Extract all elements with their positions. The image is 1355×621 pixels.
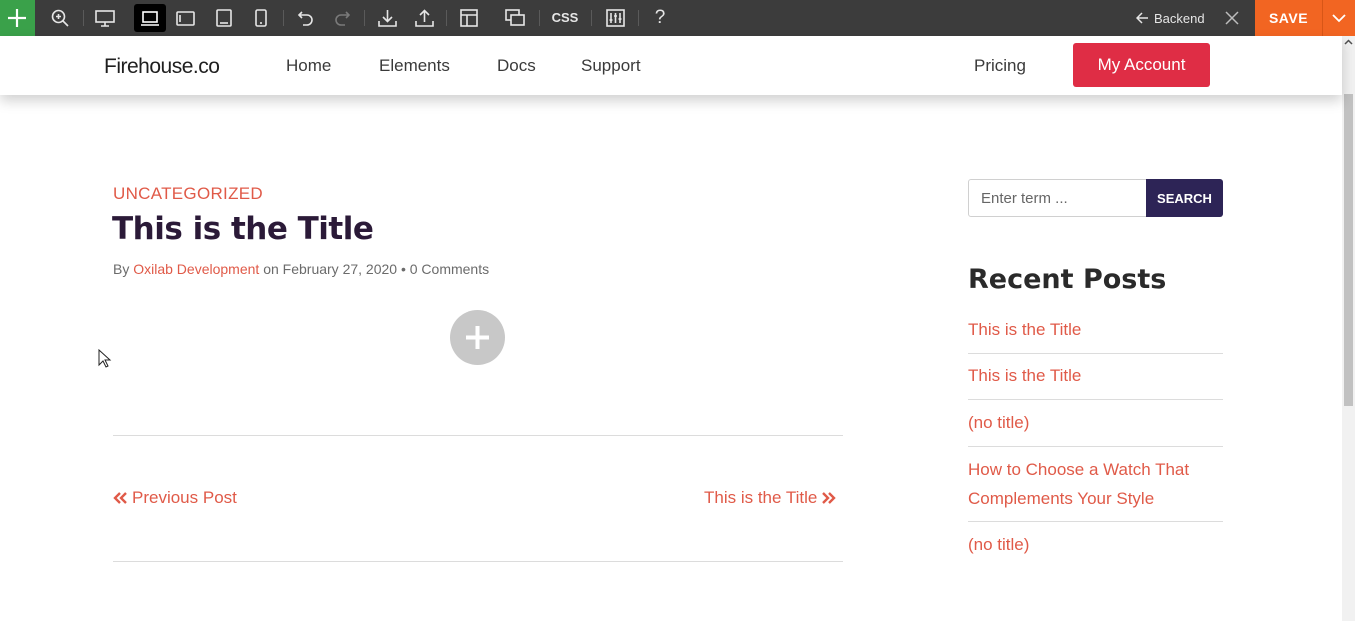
post-category[interactable]: UNCATEGORIZED: [113, 184, 263, 204]
previous-post-label: Previous Post: [132, 488, 237, 507]
laptop-view-button[interactable]: [134, 4, 166, 32]
plus-icon: [466, 326, 489, 349]
responsive-button[interactable]: [500, 4, 530, 32]
add-block-button[interactable]: [450, 310, 505, 365]
next-post-label: This is the Title: [704, 488, 818, 507]
redo-button[interactable]: [327, 4, 357, 32]
upload-icon: [414, 9, 434, 27]
close-editor-button[interactable]: [1222, 8, 1242, 28]
recent-post-divider: [968, 521, 1223, 522]
recent-post-link[interactable]: This is the Title: [968, 315, 1223, 344]
layout-icon: [460, 9, 478, 27]
scrollbar-thumb[interactable]: [1344, 94, 1353, 406]
desktop-view-button[interactable]: [90, 4, 120, 32]
mobile-icon: [255, 9, 267, 27]
next-post-link[interactable]: This is the Title: [704, 488, 837, 508]
arrow-left-icon: [1136, 12, 1148, 24]
settings-button[interactable]: [600, 4, 630, 32]
recent-post-divider: [968, 353, 1223, 354]
meta-by: By: [113, 261, 130, 277]
double-chevron-right-icon: [822, 492, 837, 504]
mouse-cursor-icon: [98, 349, 112, 368]
recent-posts-title: Recent Posts: [968, 264, 1167, 295]
recent-post-link[interactable]: (no title): [968, 408, 1223, 437]
tablet-landscape-view-button[interactable]: [170, 4, 200, 32]
sliders-icon: [605, 9, 625, 27]
zoom-icon: [51, 9, 69, 27]
meta-author-link[interactable]: Oxilab Development: [133, 261, 259, 277]
nav-support[interactable]: Support: [581, 56, 641, 76]
layout-button[interactable]: [454, 4, 484, 32]
double-chevron-left-icon: [113, 492, 127, 504]
save-button[interactable]: SAVE: [1255, 0, 1323, 36]
recent-post-link[interactable]: How to Choose a Watch That Complements Y…: [968, 455, 1223, 513]
plus-icon: [8, 9, 26, 27]
editor-toolbar: CSS ? Backend SAVE: [0, 0, 1355, 36]
recent-post-divider: [968, 446, 1223, 447]
post-divider-top: [113, 435, 843, 436]
tablet-portrait-view-button[interactable]: [209, 4, 239, 32]
post-title: This is the Title: [112, 211, 374, 247]
search-button[interactable]: SEARCH: [1146, 179, 1223, 217]
recent-post-link[interactable]: This is the Title: [968, 361, 1223, 390]
recent-post-link[interactable]: (no title): [968, 530, 1223, 559]
desktop-icon: [95, 9, 115, 27]
upload-button[interactable]: [409, 4, 439, 32]
css-button[interactable]: CSS: [548, 4, 582, 32]
responsive-icon: [505, 9, 525, 26]
my-account-button[interactable]: My Account: [1073, 43, 1210, 87]
undo-icon: [297, 11, 313, 26]
post-meta: By Oxilab Development on February 27, 20…: [113, 261, 489, 277]
nav-docs[interactable]: Docs: [497, 56, 536, 76]
nav-elements[interactable]: Elements: [379, 56, 450, 76]
page-scrollbar[interactable]: [1342, 36, 1355, 621]
save-options-button[interactable]: [1323, 0, 1355, 36]
meta-bullet: •: [400, 261, 406, 277]
tablet-portrait-icon: [216, 9, 232, 27]
add-element-button[interactable]: [0, 0, 35, 36]
meta-date: February 27, 2020: [282, 261, 398, 277]
meta-comments-link[interactable]: 0 Comments: [410, 261, 489, 277]
search-input[interactable]: [968, 179, 1147, 217]
site-header: Firehouse.co Home Elements Docs Support …: [0, 36, 1342, 95]
redo-icon: [335, 11, 351, 26]
backend-link[interactable]: Backend: [1136, 0, 1205, 36]
chevron-down-icon: [1332, 13, 1346, 22]
previous-post-link[interactable]: Previous Post: [113, 488, 237, 508]
backend-label: Backend: [1154, 10, 1205, 26]
nav-pricing[interactable]: Pricing: [974, 56, 1026, 76]
scroll-up-icon[interactable]: [1342, 36, 1355, 49]
mobile-view-button[interactable]: [246, 4, 276, 32]
download-icon: [377, 10, 397, 27]
site-logo[interactable]: Firehouse.co: [104, 55, 220, 79]
laptop-icon: [141, 10, 159, 26]
undo-button[interactable]: [291, 4, 321, 32]
nav-home[interactable]: Home: [286, 56, 331, 76]
recent-post-divider: [968, 399, 1223, 400]
help-button[interactable]: ?: [648, 4, 672, 32]
close-icon: [1225, 11, 1239, 25]
tablet-landscape-icon: [175, 10, 195, 26]
zoom-button[interactable]: [45, 4, 75, 32]
download-button[interactable]: [372, 4, 402, 32]
meta-date-prefix: on: [263, 261, 279, 277]
post-divider-bottom: [113, 561, 843, 562]
